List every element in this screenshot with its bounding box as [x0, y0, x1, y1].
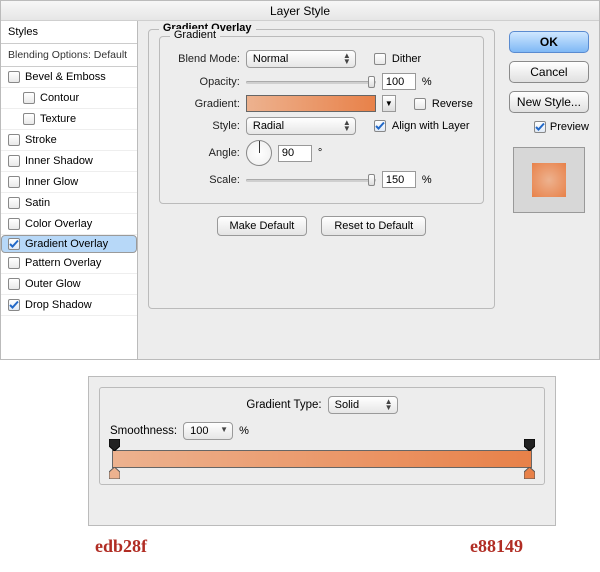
sidebar-item-label: Inner Glow [25, 176, 78, 188]
sidebar-item-contour[interactable]: Contour [1, 88, 137, 109]
sidebar-subheader[interactable]: Blending Options: Default [1, 44, 137, 67]
gradient-editor: Gradient Type: Solid ▲▼ Smoothness: 100 … [88, 376, 556, 526]
checkbox[interactable] [8, 155, 20, 167]
checkbox[interactable] [8, 218, 20, 230]
gradient-type-label: Gradient Type: [246, 399, 321, 411]
checkbox[interactable] [8, 238, 20, 250]
opacity-label: Opacity: [170, 76, 240, 88]
scale-input[interactable] [382, 171, 416, 188]
gradient-overlay-panel: Gradient Overlay Gradient Blend Mode: No… [138, 21, 505, 359]
styles-sidebar: Styles Blending Options: Default Bevel &… [1, 21, 138, 359]
color-stop-right[interactable] [524, 467, 535, 479]
dialog-actions: OK Cancel New Style... Preview [505, 21, 599, 359]
sidebar-item-outer-glow[interactable]: Outer Glow [1, 274, 137, 295]
sidebar-item-bevel-emboss[interactable]: Bevel & Emboss [1, 67, 137, 88]
checkbox[interactable] [8, 176, 20, 188]
reverse-checkbox[interactable] [414, 98, 426, 110]
align-label: Align with Layer [392, 120, 470, 132]
checkbox[interactable] [8, 257, 20, 269]
smoothness-label: Smoothness: [110, 425, 177, 437]
checkbox[interactable] [23, 113, 35, 125]
sidebar-item-label: Gradient Overlay [25, 238, 108, 250]
blend-mode-value: Normal [253, 53, 288, 65]
opacity-unit: % [422, 76, 432, 88]
gradient-label: Gradient: [170, 98, 240, 110]
reverse-label: Reverse [432, 98, 473, 110]
blend-mode-select[interactable]: Normal ▲▼ [246, 50, 356, 68]
sidebar-item-pattern-overlay[interactable]: Pattern Overlay [1, 253, 137, 274]
checkbox[interactable] [8, 197, 20, 209]
updown-arrows-icon: ▲▼ [342, 120, 352, 132]
gradient-type-select[interactable]: Solid ▲▼ [328, 396, 398, 414]
angle-dial[interactable] [246, 140, 272, 166]
sidebar-item-label: Pattern Overlay [25, 257, 101, 269]
sidebar-item-color-overlay[interactable]: Color Overlay [1, 214, 137, 235]
sidebar-item-inner-glow[interactable]: Inner Glow [1, 172, 137, 193]
sidebar-header[interactable]: Styles [1, 21, 137, 44]
sidebar-item-label: Contour [40, 92, 79, 104]
angle-input[interactable] [278, 145, 312, 162]
cancel-button[interactable]: Cancel [509, 61, 589, 83]
sidebar-item-drop-shadow[interactable]: Drop Shadow [1, 295, 137, 316]
new-style-button[interactable]: New Style... [509, 91, 589, 113]
sidebar-item-inner-shadow[interactable]: Inner Shadow [1, 151, 137, 172]
smoothness-unit: % [239, 425, 249, 437]
style-select[interactable]: Radial ▲▼ [246, 117, 356, 135]
smoothness-value: 100 [190, 425, 208, 437]
make-default-button[interactable]: Make Default [217, 216, 308, 236]
dropdown-arrow-icon: ▼ [219, 427, 229, 433]
preview-checkbox[interactable] [534, 121, 546, 133]
opacity-input[interactable] [382, 73, 416, 90]
gradient-swatch[interactable] [246, 95, 376, 112]
layer-style-dialog: Layer Style Styles Blending Options: Def… [0, 0, 600, 360]
sidebar-item-gradient-overlay[interactable]: Gradient Overlay [1, 235, 137, 253]
dialog-title: Layer Style [1, 1, 599, 21]
checkbox[interactable] [8, 134, 20, 146]
blend-mode-label: Blend Mode: [170, 53, 240, 65]
smoothness-select[interactable]: 100 ▼ [183, 422, 233, 440]
sidebar-item-label: Color Overlay [25, 218, 92, 230]
style-label: Style: [170, 120, 240, 132]
dither-checkbox[interactable] [374, 53, 386, 65]
checkbox[interactable] [8, 278, 20, 290]
scale-label: Scale: [170, 174, 240, 186]
gradient-type-value: Solid [335, 399, 359, 411]
angle-label: Angle: [170, 147, 240, 159]
checkbox[interactable] [23, 92, 35, 104]
style-value: Radial [253, 120, 284, 132]
opacity-stop-right[interactable] [524, 439, 535, 451]
sidebar-item-label: Stroke [25, 134, 57, 146]
sidebar-item-label: Inner Shadow [25, 155, 93, 167]
right-hex-annotation: e88149 [470, 536, 523, 557]
color-stop-left[interactable] [109, 467, 120, 479]
sidebar-item-label: Satin [25, 197, 50, 209]
reset-default-button[interactable]: Reset to Default [321, 216, 426, 236]
preview-label: Preview [550, 121, 589, 133]
preview-swatch [513, 147, 585, 213]
opacity-stop-left[interactable] [109, 439, 120, 451]
gradient-dropdown[interactable]: ▼ [382, 95, 396, 112]
sidebar-item-label: Bevel & Emboss [25, 71, 106, 83]
gradient-bar[interactable] [112, 450, 532, 468]
angle-unit: ° [318, 147, 322, 159]
ok-button[interactable]: OK [509, 31, 589, 53]
checkbox[interactable] [8, 71, 20, 83]
left-hex-annotation: edb28f [95, 536, 147, 557]
align-checkbox[interactable] [374, 120, 386, 132]
checkbox[interactable] [8, 299, 20, 311]
sidebar-item-texture[interactable]: Texture [1, 109, 137, 130]
scale-unit: % [422, 174, 432, 186]
sidebar-item-stroke[interactable]: Stroke [1, 130, 137, 151]
sidebar-item-label: Texture [40, 113, 76, 125]
opacity-slider[interactable] [246, 75, 376, 89]
sidebar-item-satin[interactable]: Satin [1, 193, 137, 214]
sidebar-item-label: Outer Glow [25, 278, 81, 290]
dither-label: Dither [392, 53, 421, 65]
sidebar-item-label: Drop Shadow [25, 299, 92, 311]
updown-arrows-icon: ▲▼ [384, 399, 394, 411]
inner-panel-title: Gradient [170, 29, 220, 41]
scale-slider[interactable] [246, 173, 376, 187]
updown-arrows-icon: ▲▼ [342, 53, 352, 65]
